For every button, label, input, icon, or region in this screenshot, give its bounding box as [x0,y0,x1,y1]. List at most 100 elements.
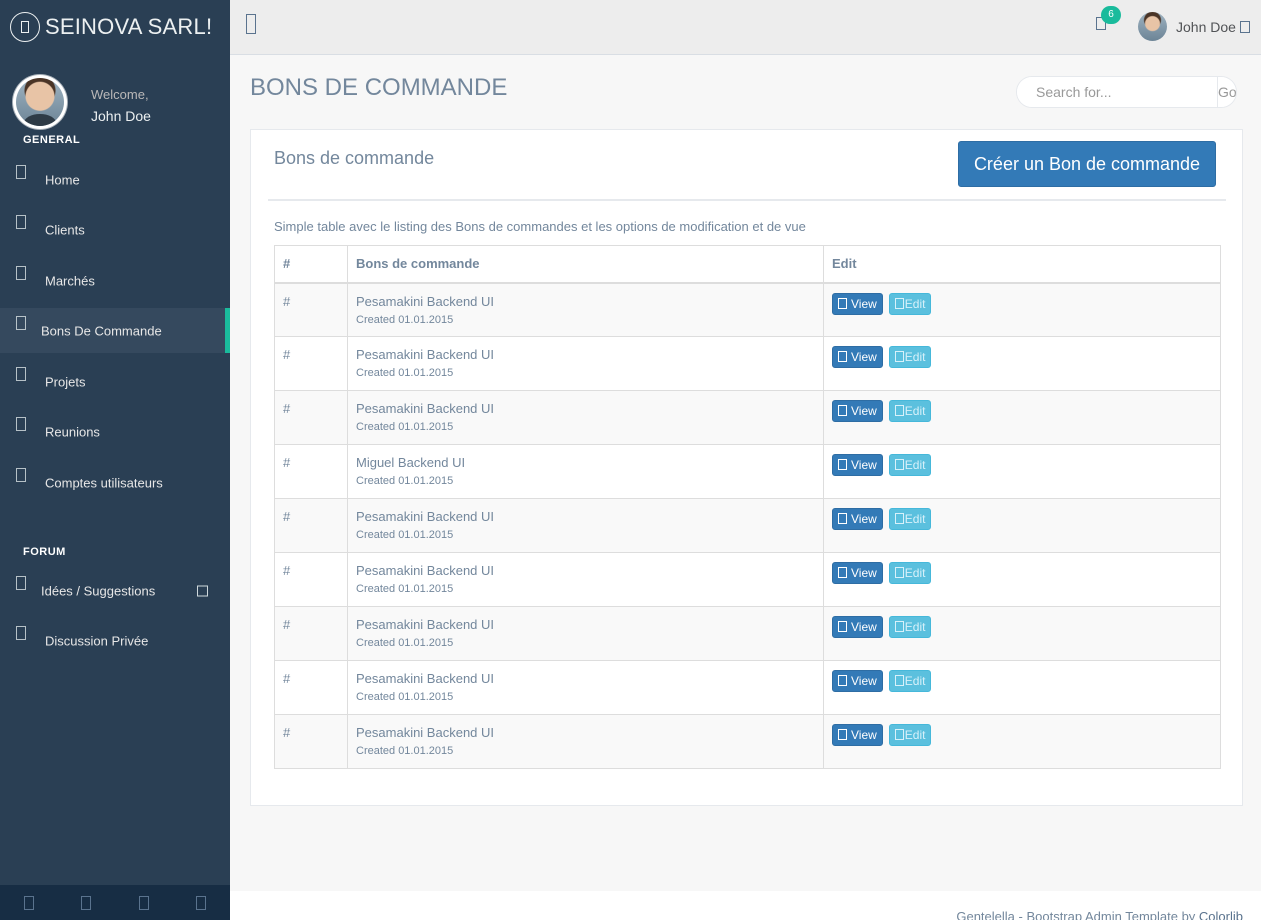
view-label: View [851,674,877,688]
order-cell: Pesamakini Backend UI Created 01.01.2015 [347,336,824,391]
order-name: Pesamakini Backend UI [356,725,495,740]
welcome-text: Welcome, [91,87,149,102]
sidebar-item-clients[interactable]: Clients [0,207,230,252]
sidebar-item-discussion-privee[interactable]: Discussion Privée [0,618,230,663]
chevron-down-icon [197,585,208,596]
folder-icon [838,675,847,686]
view-button[interactable]: View [832,292,883,315]
table-row: # Pesamakini Backend UI Created 01.01.2015… [274,660,1221,715]
folder-icon [838,513,847,524]
actions-cell: View Edit [823,444,1221,499]
user-menu[interactable]: John Doe [1138,12,1250,41]
search-input[interactable] [1017,77,1217,107]
edit-label: Edit [904,620,926,634]
sidebar-item-bons-de-commande[interactable]: Bons De Commande [0,308,230,353]
logout-icon[interactable] [196,895,207,910]
order-cell: Miguel Backend UI Created 01.01.2015 [347,444,824,499]
order-cell: Pesamakini Backend UI Created 01.01.2015 [347,390,824,445]
top-nav: 6 John Doe [230,0,1261,55]
panel-description: Simple table avec le listing des Bons de… [274,219,806,234]
folder-icon [838,459,847,470]
edit-button[interactable]: Edit [888,670,932,692]
view-button[interactable]: View [832,562,883,584]
sidebar-item-label: Reunions [45,424,100,439]
view-label: View [851,350,877,364]
sidebar-item-comptes-utilisateurs[interactable]: Comptes utilisateurs [0,460,230,505]
row-number: # [274,336,348,391]
folder-icon [838,351,847,362]
order-cell: Pesamakini Backend UI Created 01.01.2015 [347,606,824,661]
table-row: # Miguel Backend UI Created 01.01.2015 View… [274,444,1221,499]
brand-title: SEINOVA SARL! [45,14,213,39]
order-name: Pesamakini Backend UI [356,401,495,416]
sidebar-item-reunions[interactable]: Reunions [0,409,230,454]
order-name: Pesamakini Backend UI [356,671,495,686]
order-cell: Pesamakini Backend UI Created 01.01.2015 [347,714,824,769]
pencil-icon [894,297,904,309]
actions-cell: View Edit [823,336,1221,391]
row-number: # [274,606,348,661]
view-label: View [851,458,877,472]
pencil-icon [894,513,904,524]
view-button[interactable]: View [832,454,883,476]
view-button[interactable]: View [832,400,883,422]
sidebar-item-home[interactable]: Home [0,157,230,202]
sidebar-item-label: Projets [45,374,86,389]
order-created: Created 01.01.2015 [356,313,454,326]
column-header-orders: Bons de commande [347,245,824,284]
pencil-icon [894,675,904,686]
fullscreen-icon[interactable] [81,895,92,910]
page-footer: Gentelella - Bootstrap Admin Template by… [230,891,1261,920]
order-name: Pesamakini Backend UI [356,347,495,362]
edit-button[interactable]: Edit [888,562,932,584]
pencil-icon [894,567,904,578]
sidebar-item-label: Bons De Commande [41,323,162,338]
sidebar-item-label: Idées / Suggestions [41,583,156,598]
view-label: View [851,620,877,634]
edit-button[interactable]: Edit [888,724,932,746]
edit-button[interactable]: Edit [888,508,932,530]
profile-avatar [12,74,68,130]
edit-label: Edit [904,566,926,580]
comments-icon [16,626,26,640]
view-button[interactable]: View [832,616,883,638]
sidebar-item-label: Discussion Privée [45,633,149,648]
row-number: # [274,498,348,553]
view-button[interactable]: View [832,346,883,368]
edit-label: Edit [904,728,926,742]
sidebar-item-projets[interactable]: Projets [0,359,230,404]
edit-button[interactable]: Edit [888,400,932,422]
folder-icon [838,729,847,740]
brand-logo-icon [10,12,40,42]
lightbulb-icon [16,576,26,590]
table-row: # Pesamakini Backend UI Created 01.01.2015… [274,282,1221,337]
search-group: Go! [1016,76,1237,108]
create-order-button[interactable]: Créer un Bon de commande [958,141,1216,187]
view-button[interactable]: View [832,724,883,746]
sidebar-item-idees-suggestions[interactable]: Idées / Suggestions [0,568,230,613]
pencil-icon [894,405,904,416]
order-created: Created 01.01.2015 [356,421,454,433]
edit-button[interactable]: Edit [888,616,932,638]
lock-icon[interactable] [138,895,149,910]
edit-button[interactable]: Edit [888,346,932,368]
view-button[interactable]: View [832,508,883,530]
view-label: View [851,512,877,526]
edit-button[interactable]: Edit [888,454,932,476]
settings-icon[interactable] [23,895,34,910]
briefcase-icon [16,266,26,280]
order-created: Created 01.01.2015 [356,367,454,379]
table-row: # Pesamakini Backend UI Created 01.01.2015… [274,498,1221,553]
order-cell: Pesamakini Backend UI Created 01.01.2015 [347,498,824,553]
footer-link[interactable]: Colorlib [1199,909,1243,920]
row-number: # [274,444,348,499]
sidebar-item-marches[interactable]: Marchés [0,258,230,303]
edit-button[interactable]: Edit [888,292,932,315]
brand[interactable]: SEINOVA SARL! [0,0,230,54]
actions-cell: View Edit [823,498,1221,553]
view-button[interactable]: View [832,670,883,692]
menu-toggle-icon[interactable] [246,14,256,34]
search-button[interactable]: Go! [1217,77,1236,107]
sidebar-item-label: Marchés [45,273,95,288]
table-row: # Pesamakini Backend UI Created 01.01.2015… [274,336,1221,391]
